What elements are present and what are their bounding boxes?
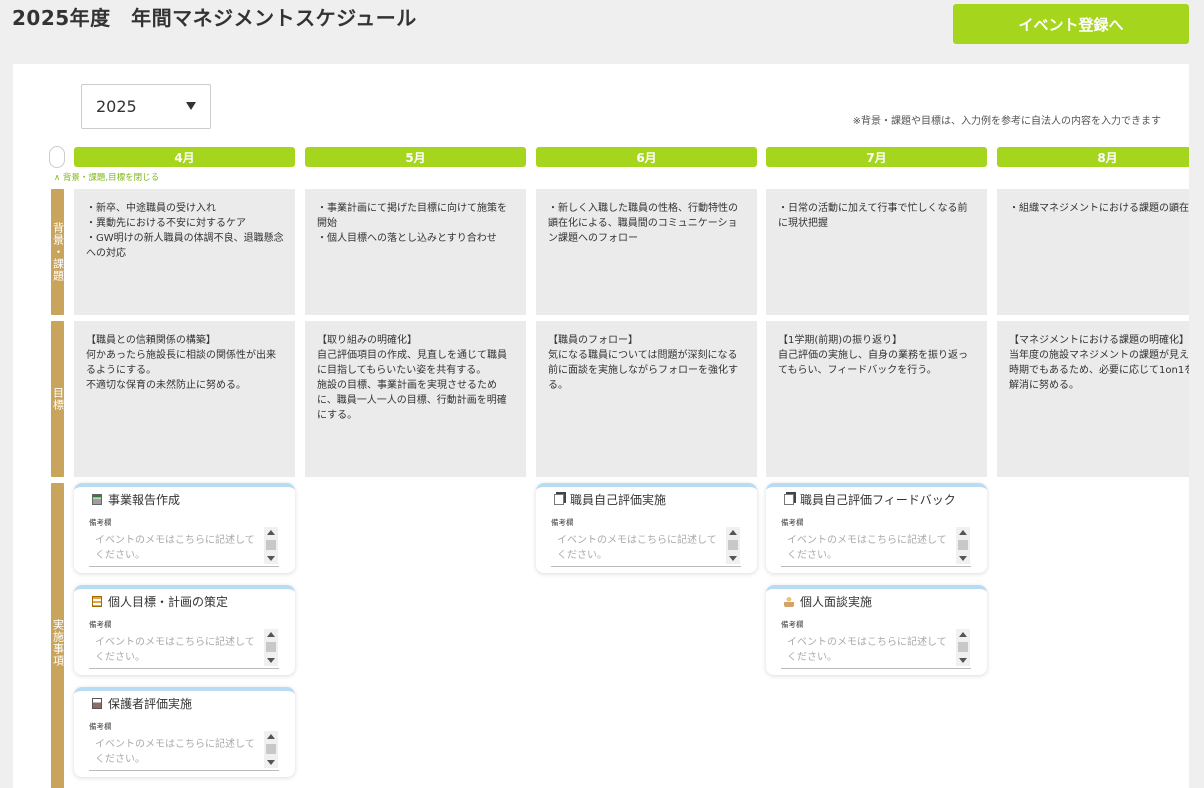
memo-scrollbar[interactable] xyxy=(956,527,970,564)
list-icon xyxy=(92,596,102,607)
event-title-row: 保護者評価実施 xyxy=(92,695,192,712)
background-cell-aug[interactable]: ・組織マネジメントにおける課題の顕在化 xyxy=(997,189,1189,315)
event-title-row: 事業報告作成 xyxy=(92,491,180,508)
schedule-panel: 2025 ※背景・課題や目標は、入力例を参考に自法人の内容を入力できます ∧ 背… xyxy=(13,64,1189,788)
register-event-button[interactable]: イベント登録へ xyxy=(953,4,1189,44)
memo-field[interactable]: イベントのメモはこちらに記述してください。 xyxy=(89,731,279,771)
month-header-jul: 7月 xyxy=(766,147,987,167)
row-label-background: 背景・課題 xyxy=(51,189,65,315)
event-title-row: 個人面談実施 xyxy=(784,593,872,610)
toggle-handle[interactable] xyxy=(49,146,65,168)
event-title-row: 職員自己評価実施 xyxy=(554,491,666,508)
memo-field[interactable]: イベントのメモはこちらに記述してください。 xyxy=(781,527,971,567)
month-header-jun: 6月 xyxy=(536,147,757,167)
event-title-row: 職員自己評価フィードバック xyxy=(784,491,956,508)
event-title-row: 個人目標・計画の策定 xyxy=(92,593,228,610)
event-card[interactable]: 個人目標・計画の策定 備考欄 イベントのメモはこちらに記述してください。 xyxy=(74,585,295,675)
event-card[interactable]: 保護者評価実施 備考欄 イベントのメモはこちらに記述してください。 xyxy=(74,687,295,777)
event-title: 職員自己評価フィードバック xyxy=(800,493,956,507)
background-cell-jun[interactable]: ・新しく入職した職員の性格、行動特性の顕在化による、職員間のコミュニケーション課… xyxy=(536,189,757,315)
report-icon xyxy=(92,494,102,505)
event-card[interactable]: 事業報告作成 備考欄 イベントのメモはこちらに記述してください。 xyxy=(74,483,295,573)
year-select-value: 2025 xyxy=(96,97,137,116)
background-cell-may[interactable]: ・事業計画にて掲げた目標に向けて施策を開始 ・個人目標への落とし込みとすり合わせ xyxy=(305,189,526,315)
page-title: 2025年度 年間マネジメントスケジュール xyxy=(12,6,417,30)
memo-scrollbar[interactable] xyxy=(264,629,278,666)
collapse-background-goals-link[interactable]: ∧ 背景・課題,目標を閉じる xyxy=(54,171,159,183)
background-cell-jul[interactable]: ・日常の活動に加えて行事で忙しくなる前に現状把握 xyxy=(766,189,987,315)
background-cell-apr[interactable]: ・新卒、中途職員の受け入れ ・異動先における不安に対するケア ・GW明けの新人職… xyxy=(74,189,295,315)
memo-scrollbar[interactable] xyxy=(264,731,278,768)
event-card[interactable]: 個人面談実施 備考欄 イベントのメモはこちらに記述してください。 xyxy=(766,585,987,675)
document-icon xyxy=(554,494,564,505)
goal-cell-jul[interactable]: 【1学期(前期)の振り返り】 自己評価の実施し、自身の業務を振り返ってもらい、フ… xyxy=(766,321,987,477)
goal-cell-apr[interactable]: 【職員との信頼関係の構築】 何かあったら施設長に相談の関係性が出来るようにする。… xyxy=(74,321,295,477)
input-note: ※背景・課題や目標は、入力例を参考に自法人の内容を入力できます xyxy=(852,116,1161,127)
event-title: 個人面談実施 xyxy=(800,595,873,609)
month-header-aug: 8月 xyxy=(997,147,1189,167)
memo-field[interactable]: イベントのメモはこちらに記述してください。 xyxy=(551,527,741,567)
box-icon xyxy=(92,698,102,709)
row-label-actions: 実施事項 xyxy=(51,483,65,788)
document-icon xyxy=(784,494,794,505)
event-title: 職員自己評価実施 xyxy=(570,493,667,507)
chevron-down-icon xyxy=(186,102,196,110)
event-card[interactable]: 職員自己評価フィードバック 備考欄 イベントのメモはこちらに記述してください。 xyxy=(766,483,987,573)
memo-field[interactable]: イベントのメモはこちらに記述してください。 xyxy=(89,527,279,567)
person-icon xyxy=(784,596,794,607)
year-select[interactable]: 2025 xyxy=(81,84,211,129)
memo-field[interactable]: イベントのメモはこちらに記述してください。 xyxy=(89,629,279,669)
month-header-may: 5月 xyxy=(305,147,526,167)
memo-scrollbar[interactable] xyxy=(956,629,970,666)
event-title: 個人目標・計画の策定 xyxy=(108,595,229,609)
goal-cell-may[interactable]: 【取り組みの明確化】 自己評価項目の作成、見直しを通じて職員に目指してもらいたい… xyxy=(305,321,526,477)
event-card[interactable]: 職員自己評価実施 備考欄 イベントのメモはこちらに記述してください。 xyxy=(536,483,757,573)
event-title: 事業報告作成 xyxy=(108,493,181,507)
goal-cell-jun[interactable]: 【職員のフォロー】 気になる職員については問題が深刻になる前に面談を実施しながら… xyxy=(536,321,757,477)
memo-scrollbar[interactable] xyxy=(726,527,740,564)
memo-field[interactable]: イベントのメモはこちらに記述してください。 xyxy=(781,629,971,669)
memo-scrollbar[interactable] xyxy=(264,527,278,564)
row-label-goals: 目標 xyxy=(51,321,65,477)
event-title: 保護者評価実施 xyxy=(108,697,193,711)
month-header-apr: 4月 xyxy=(74,147,295,167)
goal-cell-aug[interactable]: 【マネジメントにおける課題の明確化】 当年度の施設マネジメントの課題が見えてくる… xyxy=(997,321,1189,477)
